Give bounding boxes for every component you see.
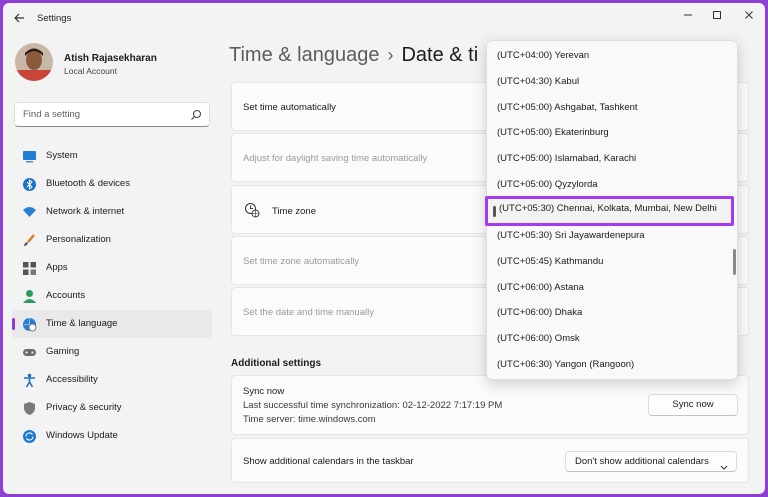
- calendars-label: Show additional calendars in the taskbar: [243, 456, 414, 467]
- back-arrow-icon[interactable]: [13, 12, 27, 26]
- sidebar-item-label: Network & internet: [46, 206, 125, 217]
- brush-icon: [22, 233, 37, 248]
- sidebar-item-privacy[interactable]: Privacy & security: [12, 394, 212, 422]
- sync-card: Sync now Last successful time synchroniz…: [231, 375, 749, 435]
- sidebar-item-label: Accounts: [46, 290, 86, 301]
- tz-auto-label: Set time zone automatically: [243, 256, 360, 267]
- sidebar-item-label: Apps: [46, 262, 68, 273]
- tz-option[interactable]: (UTC+04:00) Yerevan: [497, 46, 589, 66]
- additional-settings-heading: Additional settings: [231, 358, 321, 369]
- apps-icon: [22, 261, 37, 276]
- minimize-button[interactable]: [679, 8, 697, 26]
- sidebar-nav: System Bluetooth & devices Network & int…: [12, 142, 212, 450]
- breadcrumb-parent[interactable]: Time & language: [229, 44, 379, 66]
- breadcrumb-separator: ›: [387, 45, 394, 65]
- tz-option[interactable]: (UTC+06:00) Dhaka: [497, 303, 582, 323]
- sidebar-item-label: Windows Update: [46, 430, 118, 441]
- tz-option[interactable]: (UTC+05:00) Ekaterinburg: [497, 123, 609, 143]
- tz-option[interactable]: (UTC+05:00) Qyzylorda: [497, 175, 598, 195]
- sync-server: Time server: time.windows.com: [243, 414, 376, 425]
- sidebar-item-label: Gaming: [46, 346, 80, 357]
- set-time-auto-label: Set time automatically: [243, 102, 336, 113]
- tz-option-selected[interactable]: (UTC+05:30) Chennai, Kolkata, Mumbai, Ne…: [485, 196, 734, 226]
- sidebar-item-accessibility[interactable]: Accessibility: [12, 366, 212, 394]
- sidebar-item-system[interactable]: System: [12, 142, 212, 170]
- tz-option[interactable]: (UTC+06:00) Astana: [497, 278, 584, 298]
- tz-option[interactable]: (UTC+06:30) Yangon (Rangoon): [497, 355, 634, 375]
- selection-indicator: [493, 206, 496, 217]
- person-icon: [22, 289, 37, 304]
- dst-label: Adjust for daylight saving time automati…: [243, 153, 428, 164]
- sidebar-item-personalization[interactable]: Personalization: [12, 226, 212, 254]
- sidebar-item-label: Privacy & security: [46, 402, 122, 413]
- calendars-value: Don't show additional calendars: [575, 456, 709, 467]
- avatar[interactable]: [15, 43, 53, 81]
- account-type: Local Account: [64, 66, 117, 76]
- search-input[interactable]: Find a setting: [14, 102, 210, 127]
- tz-option-selected-label: (UTC+05:30) Chennai, Kolkata, Mumbai, Ne…: [499, 203, 717, 214]
- update-icon: [22, 429, 37, 444]
- search-placeholder: Find a setting: [23, 109, 81, 120]
- sidebar-item-label: Accessibility: [46, 374, 98, 385]
- globe-clock-icon: [244, 202, 260, 218]
- chevron-down-icon: [720, 459, 728, 478]
- title-bar: Settings: [3, 3, 765, 35]
- maximize-button[interactable]: [708, 8, 726, 26]
- sidebar-item-label: Time & language: [46, 318, 118, 329]
- settings-window: Settings Atish Rajasekharan Local Accoun…: [3, 3, 765, 494]
- tz-option[interactable]: (UTC+05:30) Sri Jayawardenepura: [497, 226, 645, 246]
- sync-now-button[interactable]: Sync now: [648, 394, 738, 416]
- sync-title: Sync now: [243, 386, 285, 397]
- user-name: Atish Rajasekharan: [64, 53, 157, 64]
- tz-option[interactable]: (UTC+04:30) Kabul: [497, 72, 579, 92]
- tz-option[interactable]: (UTC+05:45) Kathmandu: [497, 252, 603, 272]
- dropdown-scrollbar[interactable]: [733, 249, 736, 275]
- active-indicator: [12, 318, 15, 330]
- monitor-icon: [22, 149, 37, 164]
- close-button[interactable]: [740, 8, 758, 26]
- wifi-icon: [22, 205, 37, 220]
- sync-last-time: Last successful time synchronization: 02…: [243, 400, 503, 411]
- tz-option[interactable]: (UTC+06:00) Omsk: [497, 329, 580, 349]
- app-title: Settings: [37, 13, 72, 24]
- manual-time-label: Set the date and time manually: [243, 307, 374, 318]
- calendars-card: Show additional calendars in the taskbar…: [231, 438, 749, 483]
- breadcrumb: Time & language › Date & ti: [229, 44, 478, 67]
- tz-option[interactable]: (UTC+05:00) Islamabad, Karachi: [497, 149, 636, 169]
- time-zone-label: Time zone: [272, 206, 316, 217]
- tz-option[interactable]: (UTC+05:00) Ashgabat, Tashkent: [497, 98, 638, 118]
- sidebar-item-label: Bluetooth & devices: [46, 178, 130, 189]
- sidebar-item-gaming[interactable]: Gaming: [12, 338, 212, 366]
- sidebar-item-time-language[interactable]: Time & language: [12, 310, 212, 338]
- calendars-dropdown[interactable]: Don't show additional calendars: [565, 451, 737, 472]
- globe-clock-icon: [22, 317, 37, 332]
- sidebar-item-windows-update[interactable]: Windows Update: [12, 422, 212, 450]
- page-title: Date & ti: [401, 44, 479, 66]
- sidebar-item-bluetooth[interactable]: Bluetooth & devices: [12, 170, 212, 198]
- gamepad-icon: [22, 345, 37, 360]
- sidebar-item-label: System: [46, 150, 78, 161]
- accessibility-icon: [22, 373, 37, 388]
- sidebar-item-network[interactable]: Network & internet: [12, 198, 212, 226]
- sidebar-item-apps[interactable]: Apps: [12, 254, 212, 282]
- sidebar-item-label: Personalization: [46, 234, 111, 245]
- sidebar-item-accounts[interactable]: Accounts: [12, 282, 212, 310]
- shield-icon: [22, 401, 37, 416]
- search-icon[interactable]: [190, 108, 203, 121]
- bluetooth-icon: [22, 177, 37, 192]
